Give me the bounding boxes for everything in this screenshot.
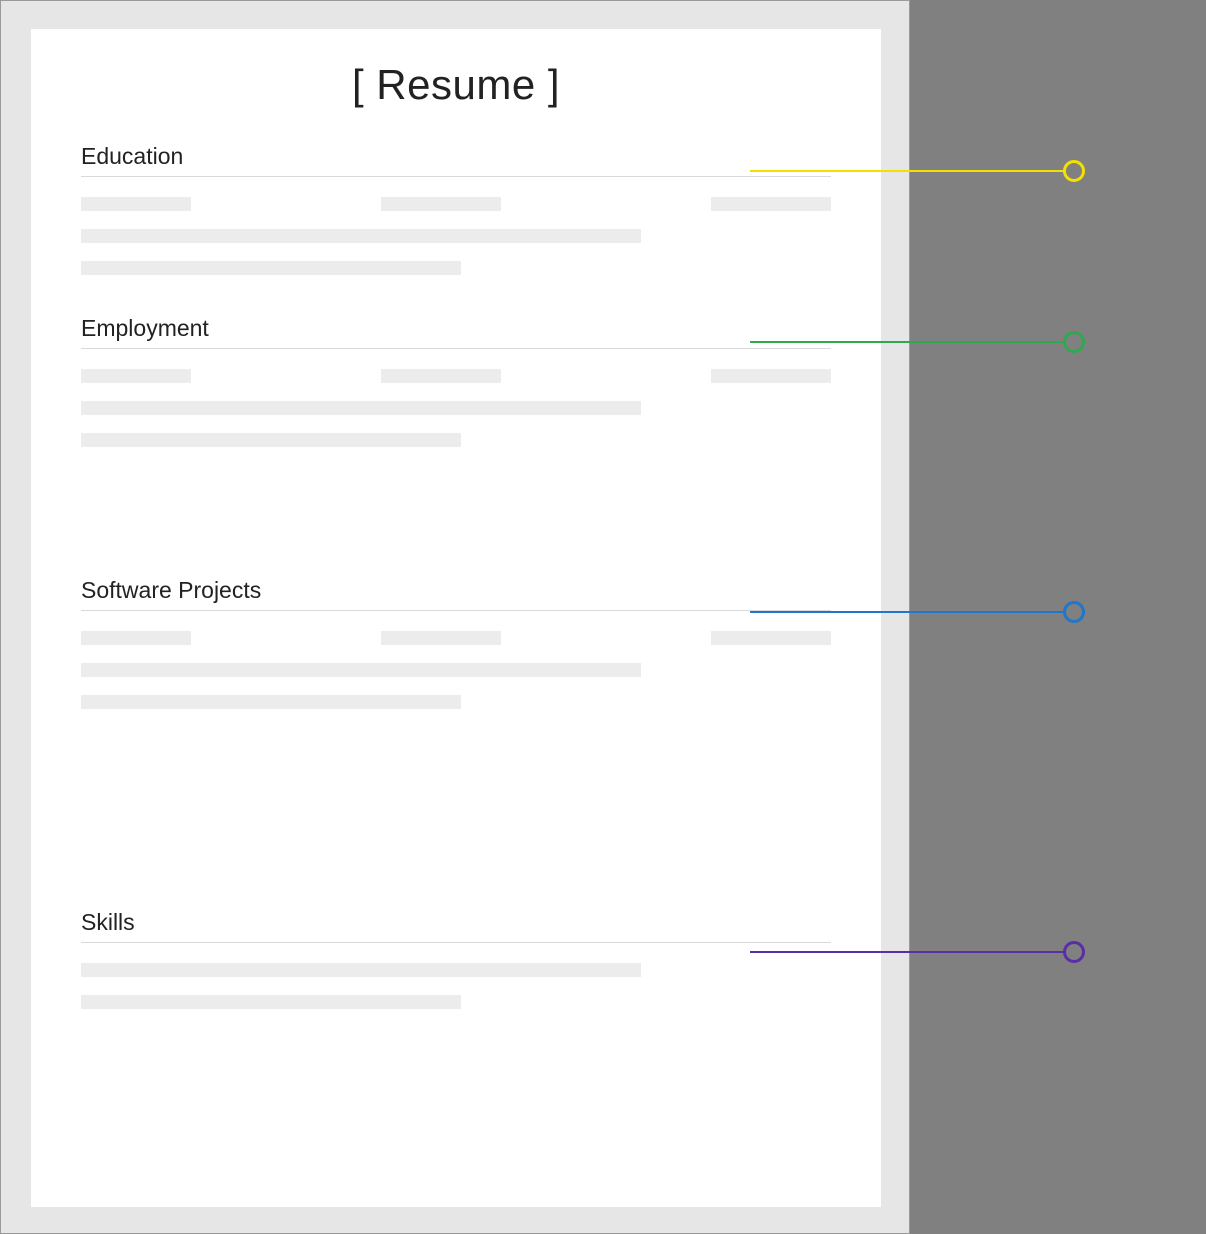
placeholder-bar: [81, 261, 461, 275]
callout-circle-icon: [1063, 601, 1085, 623]
callout-line: [750, 611, 1065, 613]
resume-page: [ Resume ] Education Employment: [31, 29, 881, 1207]
placeholder-row: [81, 963, 831, 977]
placeholder-bar: [81, 401, 641, 415]
placeholder-row: [81, 433, 831, 447]
section-rule: [81, 176, 831, 177]
callout-line: [750, 341, 1065, 343]
section-rule: [81, 942, 831, 943]
callout-software-projects: [750, 611, 1085, 613]
placeholder-bar: [381, 631, 501, 645]
callout-skills: [750, 951, 1085, 953]
placeholder-bar: [711, 631, 831, 645]
placeholder-bar: [381, 369, 501, 383]
placeholder-bar: [381, 197, 501, 211]
section-heading-employment: Employment: [81, 315, 831, 342]
placeholder-row: [81, 631, 831, 645]
placeholder-row: [81, 369, 831, 383]
callout-line: [750, 951, 1065, 953]
callout-line: [750, 170, 1065, 172]
placeholder-bar: [81, 631, 191, 645]
placeholder-bar: [81, 963, 641, 977]
placeholder-row: [81, 229, 831, 243]
section-heading-education: Education: [81, 143, 831, 170]
callout-circle-icon: [1063, 160, 1085, 182]
callout-circle-icon: [1063, 941, 1085, 963]
placeholder-row: [81, 197, 831, 211]
placeholder-row: [81, 663, 831, 677]
placeholder-bar: [81, 663, 641, 677]
section-heading-software-projects: Software Projects: [81, 577, 831, 604]
placeholder-bar: [81, 229, 641, 243]
placeholder-bar: [81, 369, 191, 383]
placeholder-row: [81, 261, 831, 275]
placeholder-row: [81, 401, 831, 415]
callout-education: [750, 170, 1085, 172]
placeholder-row: [81, 695, 831, 709]
section-rule: [81, 348, 831, 349]
placeholder-bar: [81, 433, 461, 447]
document-frame: [ Resume ] Education Employment: [0, 0, 910, 1234]
section-heading-skills: Skills: [81, 909, 831, 936]
callout-employment: [750, 341, 1085, 343]
callout-circle-icon: [1063, 331, 1085, 353]
section-rule: [81, 610, 831, 611]
placeholder-bar: [711, 197, 831, 211]
placeholder-bar: [81, 995, 461, 1009]
placeholder-row: [81, 995, 831, 1009]
placeholder-bar: [81, 695, 461, 709]
placeholder-bar: [711, 369, 831, 383]
placeholder-bar: [81, 197, 191, 211]
page-title: [ Resume ]: [81, 61, 831, 109]
